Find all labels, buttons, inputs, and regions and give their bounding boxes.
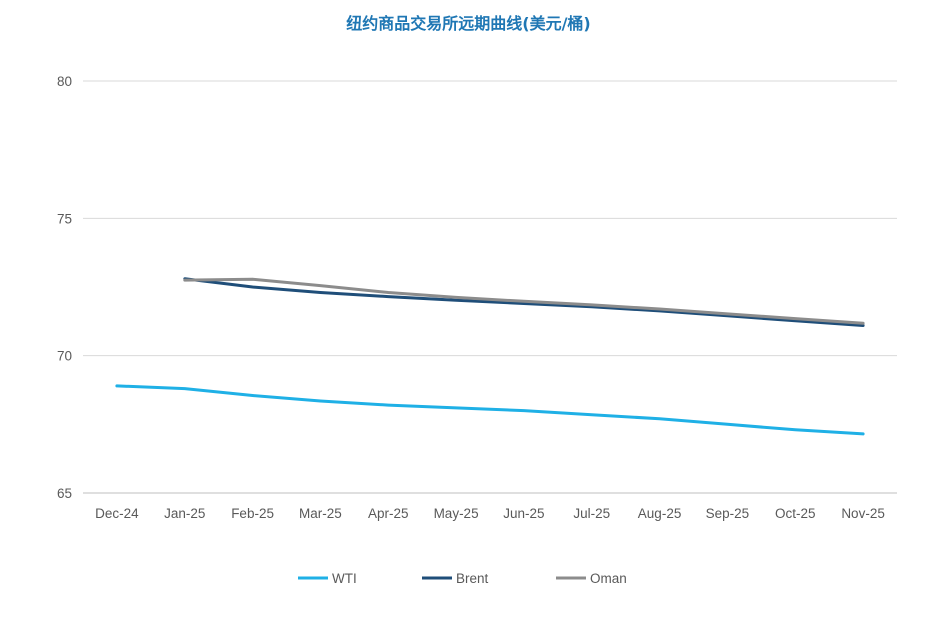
- y-tick-label: 75: [57, 211, 72, 226]
- y-axis: 65 70 75 80: [57, 74, 72, 501]
- series-line-oman: [183, 277, 865, 325]
- x-tick-label: Oct-25: [775, 506, 816, 521]
- y-tick-label: 80: [57, 74, 72, 89]
- y-tick-label: 65: [57, 486, 72, 501]
- x-tick-label: Sep-25: [706, 506, 750, 521]
- line-chart: 65 70 75 80 Dec-24 Jan-25 Feb-25 Mar-25 Apr-25 M…: [57, 74, 897, 586]
- y-tick-label: 70: [57, 349, 72, 364]
- x-tick-label: Nov-25: [841, 506, 885, 521]
- legend-label-brent: Brent: [456, 571, 489, 586]
- x-tick-label: Feb-25: [231, 506, 274, 521]
- legend-label-oman: Oman: [590, 571, 627, 586]
- x-tick-label: Aug-25: [638, 506, 682, 521]
- x-tick-label: Apr-25: [368, 506, 409, 521]
- series-lines: [115, 277, 865, 436]
- x-axis-labels: Dec-24 Jan-25 Feb-25 Mar-25 Apr-25 May-25 Jun-…: [95, 506, 885, 521]
- gridlines: [83, 80, 897, 357]
- legend: WTI Brent Oman: [298, 571, 627, 586]
- legend-label-wti: WTI: [332, 571, 357, 586]
- x-tick-label: Jul-25: [573, 506, 610, 521]
- x-tick-label: Mar-25: [299, 506, 342, 521]
- x-tick-label: May-25: [434, 506, 479, 521]
- x-tick-label: Jun-25: [503, 506, 544, 521]
- x-tick-label: Jan-25: [164, 506, 205, 521]
- series-line-wti: [115, 384, 865, 436]
- x-tick-label: Dec-24: [95, 506, 139, 521]
